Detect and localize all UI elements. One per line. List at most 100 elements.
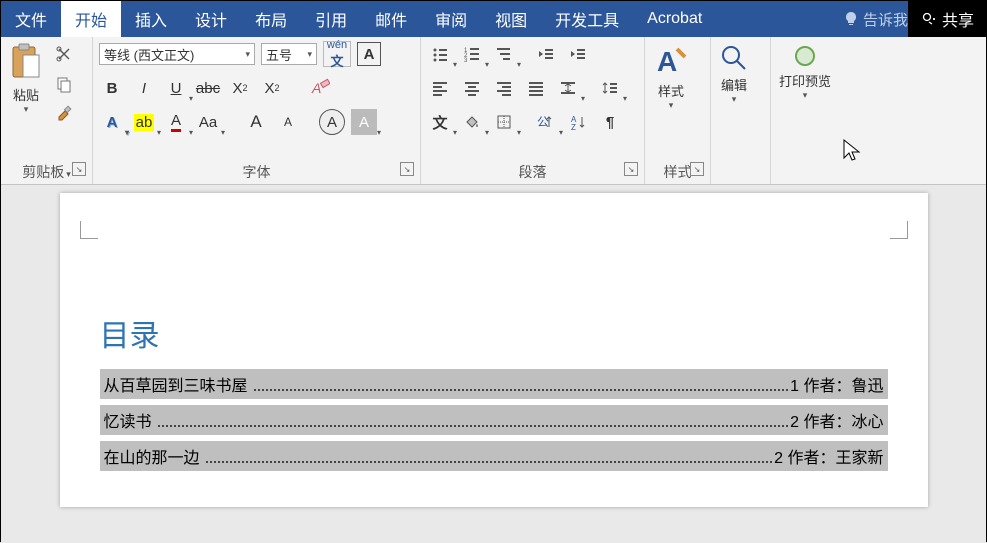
show-marks-button[interactable]: ¶ [597,109,623,135]
crop-mark-tl [80,221,98,239]
crop-mark-tr [890,221,908,239]
clear-formatting-button[interactable]: A [307,75,333,101]
toc-row-title: 忆读书 [104,408,152,432]
multilevel-list-button[interactable] [491,41,517,67]
print-preview-button[interactable]: 打印预览 ▾ [777,41,833,178]
font-color-button[interactable]: A [163,109,189,135]
group-styles: A 样式 ▾ 样式↘ [645,37,711,184]
align-right-icon [496,80,512,96]
svg-text:3: 3 [464,58,468,62]
mouse-cursor-icon [842,138,862,162]
styles-a-icon: A [653,43,689,79]
strikethrough-button[interactable]: abc [195,75,221,101]
group-clipboard: 粘贴 ▾ 剪贴板▾↘ [1,37,93,184]
tab-mailings[interactable]: 邮件 [361,1,421,37]
group-font: 等线 (西文正文)▾ 五号▾ wén文 A B I U abc X2 X2 A … [93,37,421,184]
tab-file[interactable]: 文件 [1,1,61,37]
superscript-button[interactable]: X2 [259,75,285,101]
ribbon-tabs: 文件 开始 插入 设计 布局 引用 邮件 审阅 视图 开发工具 Acrobat … [1,1,986,37]
lightbulb-icon [843,11,859,27]
shading-button[interactable] [459,109,485,135]
line-spacing-icon [602,80,618,96]
share-button[interactable]: 共享 [908,1,986,37]
tab-acrobat[interactable]: Acrobat [633,1,716,37]
italic-button[interactable]: I [131,75,157,101]
align-right-button[interactable] [491,75,517,101]
underline-button[interactable]: U [163,75,189,101]
paste-button[interactable]: 粘贴 ▾ [7,41,45,158]
font-size-combo[interactable]: 五号▾ [261,43,317,65]
bullets-icon [432,46,448,62]
char-shading-button[interactable]: Aa [195,109,221,135]
toc-row[interactable]: 从百草园到三味书屋 1 作者：鲁迅 [100,369,888,399]
bullets-button[interactable] [427,41,453,67]
tell-me-search[interactable]: 告诉我 [843,9,908,30]
tab-insert[interactable]: 插入 [121,1,181,37]
text-effects-button[interactable]: A [99,109,125,135]
align-left-icon [432,80,448,96]
asian-layout-icon: 公 [537,114,555,130]
character-border-button[interactable]: A [357,42,381,66]
increase-indent-button[interactable] [565,41,591,67]
subscript-button[interactable]: X2 [227,75,253,101]
page[interactable]: 目录 从百草园到三味书屋1 作者：鲁迅忆读书2 作者：冰心在山的那一边2 作者：… [60,193,928,507]
find-button[interactable]: 编辑 ▾ [717,41,751,178]
toc-row-page: 2 作者：冰心 [790,408,883,432]
toc-row[interactable]: 在山的那一边 2 作者：王家新 [100,441,888,471]
tab-review[interactable]: 审阅 [421,1,481,37]
cut-button[interactable] [51,41,77,67]
numbering-button[interactable]: 123 [459,41,485,67]
highlight-button[interactable]: ab [131,109,157,135]
group-editing: 编辑 ▾ [711,37,771,184]
magnifier-icon [719,43,749,73]
align-center-icon [464,80,480,96]
para-launcher[interactable]: ↘ [624,162,638,176]
toc-row-page: 2 作者：王家新 [774,444,883,468]
circle-icon [792,43,818,69]
phonetic-guide-button[interactable]: wén文 [323,41,351,67]
font-name-combo[interactable]: 等线 (西文正文)▾ [99,43,255,65]
toc-row-page: 1 作者：鲁迅 [790,372,883,396]
bold-button[interactable]: B [99,75,125,101]
toc-row-title: 在山的那一边 [104,444,200,468]
shrink-font-button[interactable]: A [275,109,301,135]
share-icon [920,10,938,28]
toc-row-title: 从百草园到三味书屋 [104,372,248,396]
change-case-button[interactable]: A [351,109,377,135]
borders-button[interactable] [491,109,517,135]
svg-text:A: A [311,80,321,96]
font-launcher[interactable]: ↘ [400,162,414,176]
tab-references[interactable]: 引用 [301,1,361,37]
grow-font-button[interactable]: A [243,109,269,135]
tab-home[interactable]: 开始 [61,1,121,37]
bucket-icon [464,114,480,130]
line-spacing-button[interactable] [597,75,623,101]
text-direction-button[interactable]: 文 [427,109,453,135]
decrease-indent-button[interactable] [533,41,559,67]
align-center-button[interactable] [459,75,485,101]
asian-layout-button[interactable]: 公 [533,109,559,135]
align-left-button[interactable] [427,75,453,101]
sort-button[interactable]: AZ [565,109,591,135]
copy-button[interactable] [51,71,77,97]
distribute-icon [560,80,576,96]
numbering-icon: 123 [464,46,480,62]
distribute-button[interactable] [555,75,581,101]
document-area: 目录 从百草园到三味书屋1 作者：鲁迅忆读书2 作者：冰心在山的那一边2 作者：… [1,185,986,543]
enclose-char-button[interactable]: A [319,109,345,135]
align-justify-button[interactable] [523,75,549,101]
styles-button[interactable]: A 样式 ▾ [651,41,691,158]
clipboard-launcher[interactable]: ↘ [72,162,86,176]
format-painter-button[interactable] [51,101,77,127]
svg-text:A: A [657,46,677,77]
clipboard-icon [9,43,43,83]
styles-launcher[interactable]: ↘ [690,162,704,176]
toc-row-leader [254,381,789,391]
indent-icon [570,46,586,62]
tab-developer[interactable]: 开发工具 [541,1,633,37]
toc-row[interactable]: 忆读书 2 作者：冰心 [100,405,888,435]
align-justify-icon [528,80,544,96]
tab-view[interactable]: 视图 [481,1,541,37]
tab-design[interactable]: 设计 [181,1,241,37]
tab-layout[interactable]: 布局 [241,1,301,37]
